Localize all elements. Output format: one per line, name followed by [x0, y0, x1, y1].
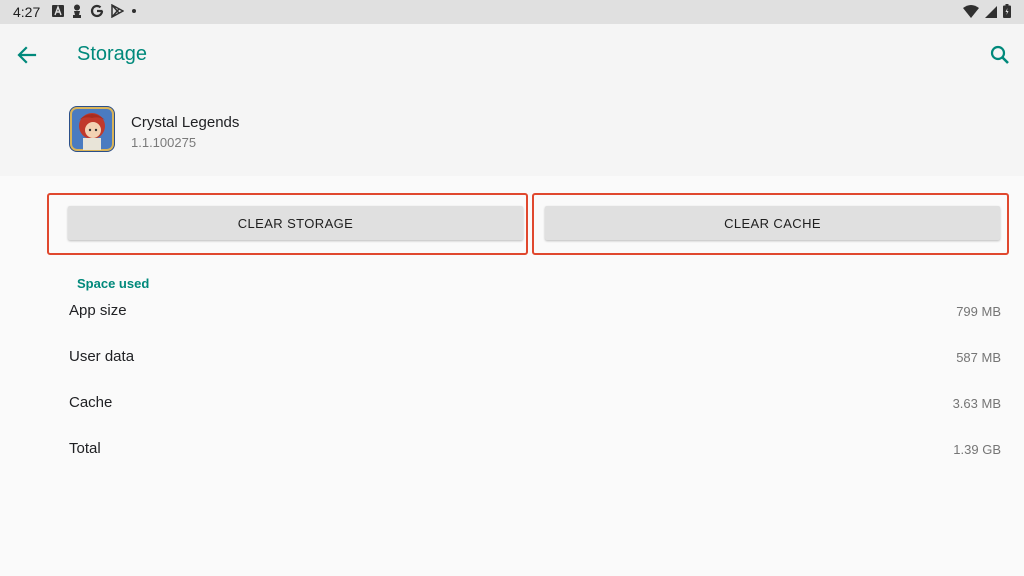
row-label: Cache — [69, 394, 113, 411]
row-value: 1.39 GB — [953, 442, 1001, 457]
storage-row-app-size: App size 799 MB — [0, 288, 1024, 334]
arrow-back-icon — [17, 46, 37, 64]
row-label: Total — [69, 440, 101, 457]
row-value: 3.63 MB — [952, 396, 1001, 411]
pawn-icon — [73, 4, 81, 18]
app-name: Crystal Legends — [131, 114, 240, 131]
row-value: 799 MB — [956, 304, 1001, 319]
system-icons — [963, 4, 1011, 18]
row-label: App size — [69, 302, 127, 319]
app-icon — [69, 106, 115, 152]
google-icon — [90, 4, 104, 18]
clear-cache-highlight: CLEAR CACHE — [532, 193, 1009, 255]
status-bar: 4:27 — [0, 0, 1024, 24]
wifi-icon — [963, 4, 979, 18]
storage-list: App size 799 MB User data 587 MB Cache 3… — [0, 288, 1024, 472]
signal-icon — [985, 5, 997, 18]
notification-icons — [52, 4, 137, 18]
battery-icon — [1003, 4, 1011, 18]
storage-row-user-data: User data 587 MB — [0, 334, 1024, 380]
play-store-icon — [111, 4, 124, 18]
dot-icon — [132, 9, 136, 13]
storage-row-cache: Cache 3.63 MB — [0, 380, 1024, 426]
storage-row-total: Total 1.39 GB — [0, 426, 1024, 472]
font-icon — [52, 5, 64, 17]
search-button[interactable] — [986, 41, 1014, 69]
app-version: 1.1.100275 — [131, 135, 197, 150]
row-value: 587 MB — [956, 350, 1001, 365]
row-label: User data — [69, 348, 135, 365]
clear-cache-button[interactable]: CLEAR CACHE — [545, 206, 1000, 240]
search-icon — [990, 45, 1009, 64]
page-title: Storage — [77, 43, 148, 65]
status-time: 4:27 — [13, 4, 41, 20]
app-bar: Storage — [0, 24, 1024, 84]
app-header: Crystal Legends 1.1.100275 — [0, 84, 1024, 176]
clear-storage-button[interactable]: CLEAR STORAGE — [68, 206, 523, 240]
back-button[interactable] — [13, 41, 41, 69]
clear-storage-highlight: CLEAR STORAGE — [47, 193, 528, 255]
